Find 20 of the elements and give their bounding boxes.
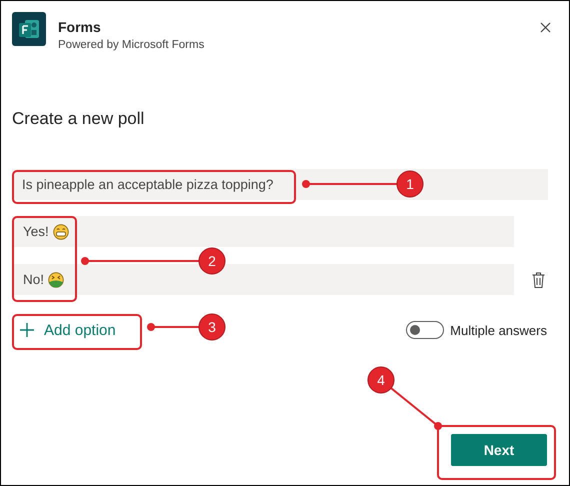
forms-logo-icon bbox=[12, 12, 46, 46]
callout-badge: 2 bbox=[198, 248, 226, 274]
close-icon[interactable] bbox=[540, 22, 551, 33]
callout-badge: 4 bbox=[368, 366, 394, 394]
app-title: Forms bbox=[58, 19, 102, 35]
trash-icon[interactable] bbox=[532, 272, 545, 288]
callout-badge: 1 bbox=[396, 170, 424, 198]
nauseated-emoji-icon bbox=[48, 272, 64, 288]
add-option-button[interactable]: Add option bbox=[12, 313, 124, 347]
next-button[interactable]: Next bbox=[451, 434, 547, 466]
option-text: Yes! bbox=[23, 224, 49, 239]
page-heading: Create a new poll bbox=[12, 109, 146, 129]
plus-icon bbox=[20, 323, 34, 337]
grinning-emoji-icon bbox=[52, 224, 69, 240]
option-field[interactable]: Yes! bbox=[12, 216, 514, 247]
toggle-switch[interactable] bbox=[406, 321, 444, 339]
callout-badge: 3 bbox=[198, 314, 226, 340]
toggle-label: Multiple answers bbox=[450, 322, 547, 338]
app-subtitle: Powered by Microsoft Forms bbox=[58, 39, 206, 51]
option-text: No! bbox=[23, 272, 44, 287]
